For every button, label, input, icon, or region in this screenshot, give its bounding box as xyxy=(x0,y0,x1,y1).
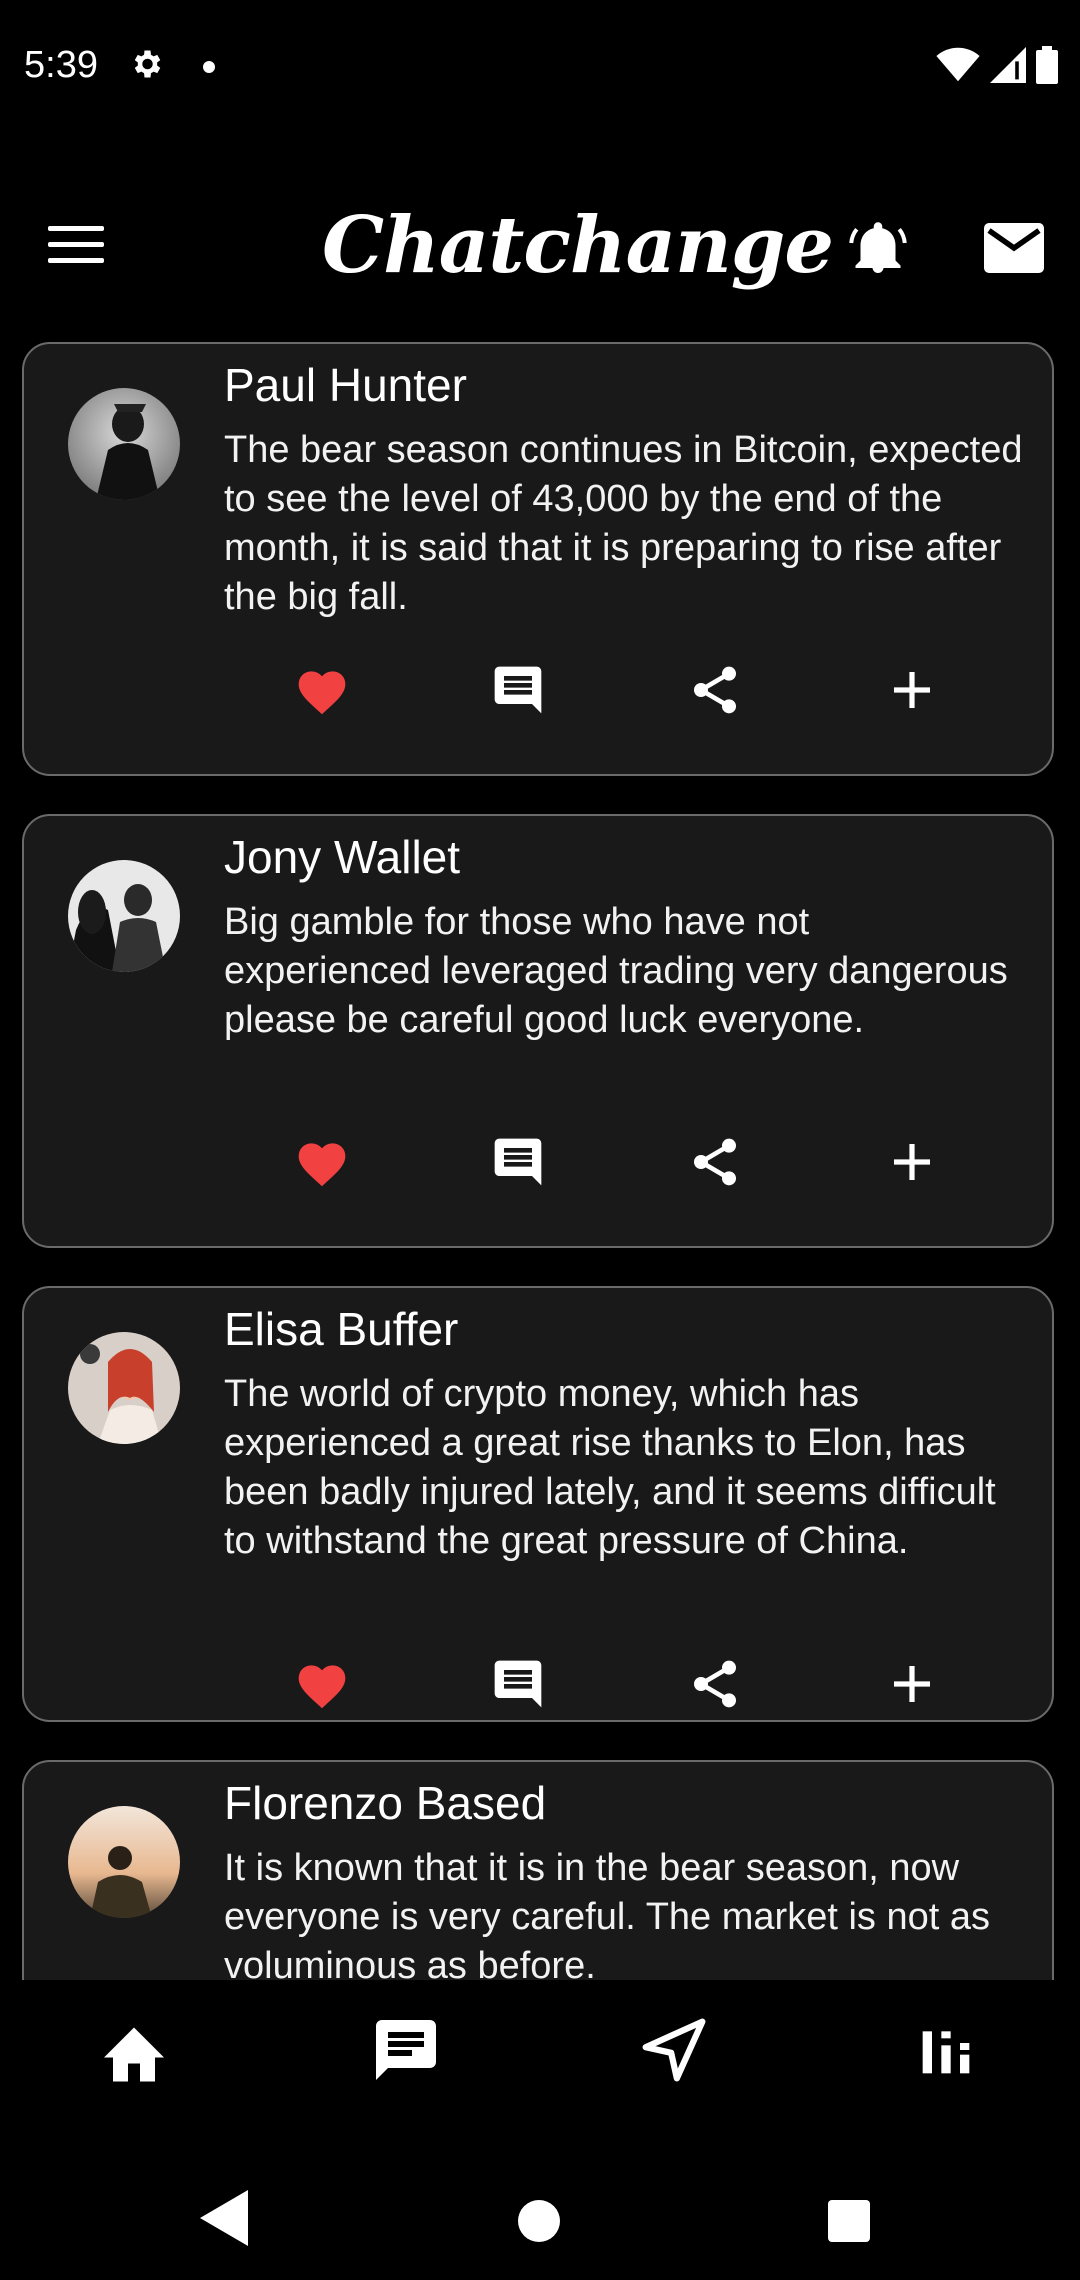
settings-icon xyxy=(134,50,161,78)
nav-stats[interactable] xyxy=(906,2010,986,2090)
comment-icon xyxy=(494,1138,542,1186)
chat-icon xyxy=(376,2020,436,2080)
add-button[interactable] xyxy=(882,660,942,720)
back-icon[interactable] xyxy=(200,2190,248,2246)
post-author[interactable]: Florenzo Based xyxy=(224,1776,546,1830)
messages-button[interactable] xyxy=(984,222,1044,274)
avatar[interactable] xyxy=(68,1332,180,1444)
post-author[interactable]: Elisa Buffer xyxy=(224,1302,458,1356)
recents-icon[interactable] xyxy=(828,2200,870,2242)
plus-icon xyxy=(894,1144,930,1180)
post-actions xyxy=(292,1654,992,1714)
menu-button[interactable] xyxy=(48,226,104,266)
share-icon xyxy=(694,1138,736,1186)
comment-button[interactable] xyxy=(488,1132,548,1192)
hamburger-icon xyxy=(48,226,104,263)
status-bar: 5:39 xyxy=(0,0,1080,135)
status-time: 5:39 xyxy=(24,44,98,86)
avatar[interactable] xyxy=(68,860,180,972)
post-text: The world of crypto money, which has exp… xyxy=(224,1373,996,1562)
post-actions xyxy=(292,1132,992,1192)
notification-dot-icon xyxy=(203,61,215,73)
comment-button[interactable] xyxy=(488,1654,548,1714)
post-text: Big gamble for those who have not experi… xyxy=(224,901,1008,1041)
avatar[interactable] xyxy=(68,1806,180,1918)
like-button[interactable] xyxy=(292,1654,352,1714)
battery-icon xyxy=(1036,46,1058,84)
post-card: Florenzo Based It is known that it is in… xyxy=(22,1760,1054,1980)
share-icon xyxy=(694,1660,736,1708)
share-icon xyxy=(694,666,736,714)
heart-icon xyxy=(298,1665,346,1709)
post-card: Jony Wallet Big gamble for those who hav… xyxy=(22,814,1054,1248)
comment-icon xyxy=(494,1660,542,1708)
post-author[interactable]: Jony Wallet xyxy=(224,830,460,884)
like-button[interactable] xyxy=(292,660,352,720)
bottom-navigation xyxy=(0,1980,1080,2110)
bell-icon xyxy=(849,222,907,273)
post-author[interactable]: Paul Hunter xyxy=(224,358,467,412)
home-icon xyxy=(104,2027,164,2082)
heart-icon xyxy=(298,671,346,715)
stats-icon xyxy=(922,2031,970,2074)
comment-button[interactable] xyxy=(488,660,548,720)
like-button[interactable] xyxy=(292,1132,352,1192)
mail-icon xyxy=(984,223,1044,273)
plus-icon xyxy=(894,1666,930,1702)
heart-icon xyxy=(298,1143,346,1187)
add-button[interactable] xyxy=(882,1654,942,1714)
post-text: It is known that it is in the bear seaso… xyxy=(224,1847,990,1980)
nav-chat[interactable] xyxy=(366,2010,446,2090)
wifi-icon xyxy=(936,47,980,82)
comment-icon xyxy=(494,666,542,714)
share-button[interactable] xyxy=(685,1654,745,1714)
share-button[interactable] xyxy=(685,1132,745,1192)
app-bar: Chatchange xyxy=(0,190,1080,310)
post-text: The bear season continues in Bitcoin, ex… xyxy=(224,429,1023,618)
signal-icon xyxy=(990,47,1026,83)
avatar[interactable] xyxy=(68,388,180,500)
nav-home[interactable] xyxy=(94,2010,174,2090)
post-feed[interactable]: Paul Hunter The bear season continues in… xyxy=(0,340,1080,1980)
app-title: Chatchange xyxy=(322,200,834,291)
plus-icon xyxy=(894,672,930,708)
system-navigation xyxy=(0,2110,1080,2280)
post-card: Paul Hunter The bear season continues in… xyxy=(22,342,1054,776)
send-icon xyxy=(642,2018,706,2082)
nav-send[interactable] xyxy=(634,2010,714,2090)
add-button[interactable] xyxy=(882,1132,942,1192)
post-actions xyxy=(292,660,992,720)
status-indicators xyxy=(936,44,1058,86)
post-card: Elisa Buffer The world of crypto money, … xyxy=(22,1286,1054,1722)
notifications-button[interactable] xyxy=(848,218,908,278)
share-button[interactable] xyxy=(685,660,745,720)
home-system-icon[interactable] xyxy=(518,2200,560,2242)
